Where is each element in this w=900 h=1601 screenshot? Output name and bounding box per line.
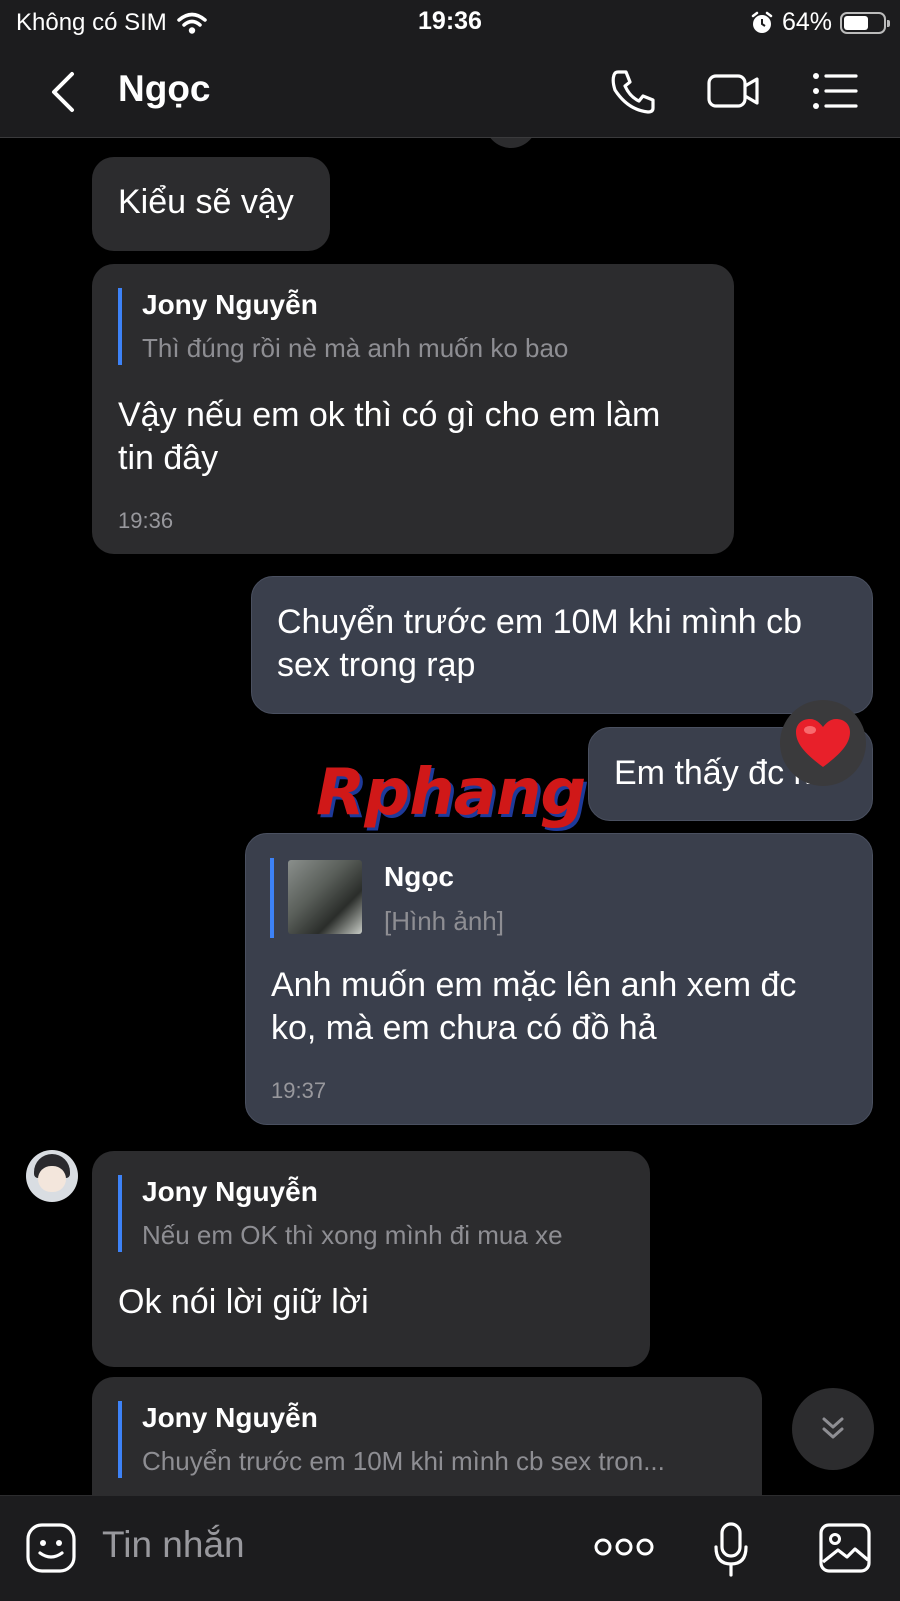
message-bubble-outgoing[interactable]: Chuyển trước em 10M khi mình cb sex tron… <box>251 576 873 714</box>
image-icon[interactable] <box>818 1522 872 1574</box>
battery-percent: 64% <box>781 8 832 36</box>
message-text: Vậy nếu em ok thì có gì cho em làm tin đ… <box>118 394 660 480</box>
quote-text: Thì đúng rồi nè mà anh muốn ko bao <box>142 333 569 363</box>
mic-icon[interactable] <box>712 1522 750 1578</box>
message-bubble-incoming[interactable]: Jony Nguyễn Thì đúng rồi nè mà anh muốn … <box>92 264 734 554</box>
contact-name[interactable]: Ngọc <box>118 68 211 110</box>
quote-text: [Hình ảnh] <box>384 906 504 936</box>
phone-icon[interactable] <box>606 64 660 118</box>
back-icon[interactable] <box>44 68 84 116</box>
battery-icon <box>840 11 890 34</box>
reply-quote[interactable]: Jony Nguyễn Nếu em OK thì xong mình đi m… <box>118 1175 642 1252</box>
alarm-icon <box>751 11 773 33</box>
message-time: 19:36 <box>118 508 174 533</box>
chat-header: Ngọc <box>0 48 900 138</box>
quote-text: Nếu em OK thì xong mình đi mua xe <box>142 1220 563 1250</box>
message-text-line: sex trong rạp <box>277 646 476 684</box>
quote-sender: Jony Nguyễn <box>142 1402 318 1433</box>
message-bubble-incoming[interactable]: Jony Nguyễn Chuyển trước em 10M khi mình… <box>92 1377 762 1495</box>
message-input-bar: Tin nhắn <box>0 1495 900 1601</box>
message-text-line: Anh muốn em mặc lên anh xem đc <box>271 966 797 1004</box>
message-input[interactable]: Tin nhắn <box>102 1524 245 1566</box>
message-text: Anh muốn em mặc lên anh xem đc ko, mà em… <box>271 964 796 1050</box>
message-text: Ok nói lời giữ lời <box>118 1283 369 1321</box>
menu-icon[interactable] <box>808 64 862 118</box>
quote-text: Chuyển trước em 10M khi mình cb sex tron… <box>142 1446 665 1476</box>
quote-sender: Ngọc <box>384 861 454 892</box>
message-bubble-incoming[interactable]: Kiểu sẽ vậy <box>92 157 330 251</box>
sticker-icon[interactable] <box>25 1522 77 1574</box>
quote-sender: Jony Nguyễn <box>142 1176 318 1207</box>
reply-quote[interactable]: Jony Nguyễn Chuyển trước em 10M khi mình… <box>118 1401 752 1478</box>
reply-quote[interactable]: Jony Nguyễn Thì đúng rồi nè mà anh muốn … <box>118 288 722 365</box>
message-text-line: tin đây <box>118 439 219 477</box>
quote-image-thumbnail <box>288 860 362 934</box>
message-bubble-incoming[interactable]: Jony Nguyễn Nếu em OK thì xong mình đi m… <box>92 1151 650 1367</box>
message-text: Chuyển trước em 10M khi mình cb sex tron… <box>277 601 802 687</box>
scroll-down-button[interactable] <box>792 1388 874 1470</box>
watermark-logo: Rphang <box>316 756 586 830</box>
more-icon[interactable] <box>594 1534 654 1560</box>
reply-quote[interactable]: Ngọc [Hình ảnh] <box>270 858 854 938</box>
message-text-line: Chuyển trước em 10M khi mình cb <box>277 603 803 641</box>
message-text: Kiểu sẽ vậy <box>118 183 294 221</box>
scroll-down-icon <box>822 1417 844 1439</box>
avatar[interactable] <box>26 1150 78 1202</box>
video-call-icon[interactable] <box>706 64 760 118</box>
message-text-line: ko, mà em chưa có đồ hả <box>271 1009 657 1047</box>
quote-sender: Jony Nguyễn <box>142 289 318 320</box>
status-bar: Không có SIM 19:36 64% <box>0 0 900 48</box>
message-text-line: Vậy nếu em ok thì có gì cho em làm <box>118 396 661 434</box>
scroll-remnant <box>485 138 537 148</box>
reaction-badge[interactable] <box>780 700 866 786</box>
message-bubble-outgoing[interactable]: Ngọc [Hình ảnh] Anh muốn em mặc lên anh … <box>245 833 873 1125</box>
message-list[interactable]: Kiểu sẽ vậy Jony Nguyễn Thì đúng rồi nè … <box>0 138 900 1495</box>
status-right: 64% <box>750 8 890 37</box>
message-time: 19:37 <box>271 1078 327 1103</box>
heart-icon <box>796 719 850 767</box>
